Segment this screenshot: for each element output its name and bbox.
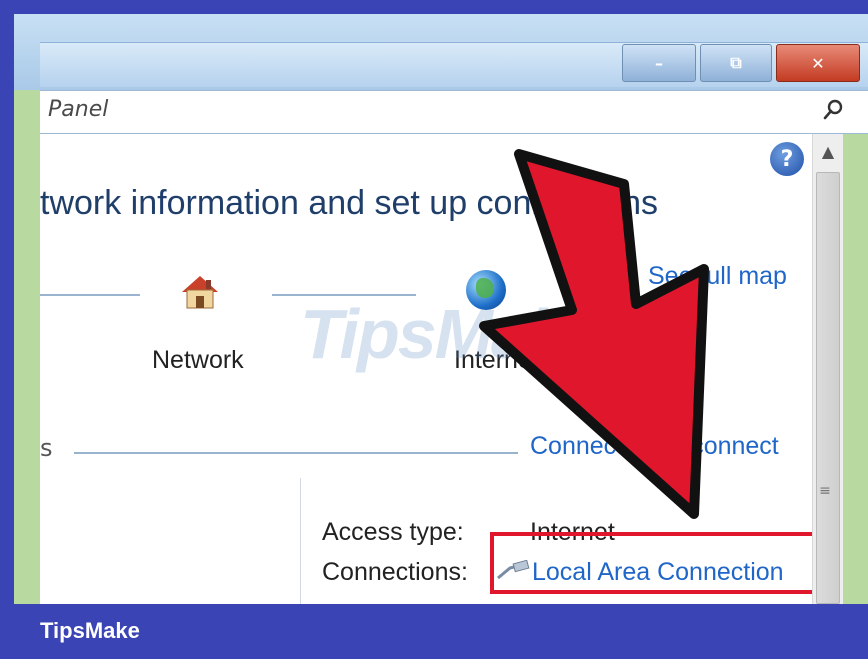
help-icon[interactable]: ? <box>770 142 804 176</box>
footer-brand: TipsMake <box>40 618 140 643</box>
scroll-thumb[interactable] <box>816 172 840 604</box>
section-divider <box>74 452 518 454</box>
address-bar[interactable]: Panel <box>40 90 868 134</box>
highlight-box <box>490 532 820 594</box>
connect-disconnect-link[interactable]: Connect or disconnect <box>530 432 779 461</box>
minimize-button[interactable]: – <box>622 44 696 82</box>
house-icon <box>182 276 218 309</box>
page-heading: twork information and set up connections <box>40 184 659 222</box>
column-divider <box>300 478 301 604</box>
scroll-grip-icon: ≡ <box>819 483 831 499</box>
search-icon[interactable] <box>822 99 844 121</box>
address-text: Panel <box>48 97 109 122</box>
close-button[interactable]: ✕ <box>776 44 860 82</box>
see-full-map-link[interactable]: See full map <box>648 262 787 291</box>
main-content: ? twork information and set up connectio… <box>40 134 820 604</box>
help-glyph: ? <box>780 146 794 172</box>
access-type-label: Access type: <box>322 518 464 546</box>
connector-line <box>40 294 140 296</box>
network-label: Network <box>152 346 244 374</box>
footer-bar: TipsMake <box>0 604 868 659</box>
scroll-up-icon[interactable]: ▲ <box>813 142 843 166</box>
close-icon: ✕ <box>811 53 825 73</box>
minimize-icon: – <box>655 53 663 73</box>
title-bar: – ⧉ ✕ <box>14 14 868 90</box>
vertical-scrollbar[interactable]: ▲ ≡ <box>812 134 843 604</box>
control-panel-window: – ⧉ ✕ Panel ? twork information and set … <box>14 14 868 604</box>
restore-icon: ⧉ <box>730 53 742 72</box>
connections-label: Connections: <box>322 558 468 586</box>
watermark: TipsMake <box>300 295 604 373</box>
section-fragment: s <box>40 434 53 462</box>
restore-button[interactable]: ⧉ <box>700 44 772 82</box>
